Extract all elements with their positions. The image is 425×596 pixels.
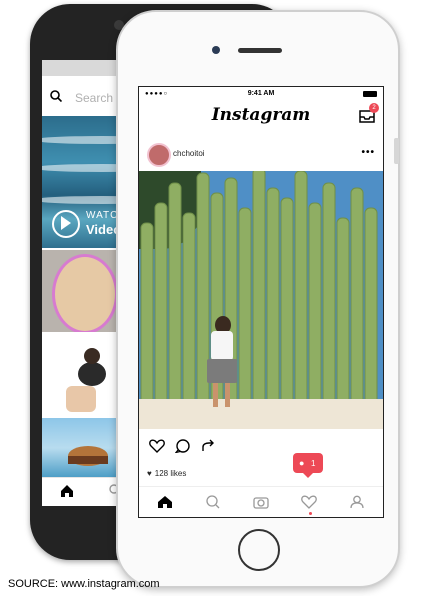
app-logo: Instagram: [211, 105, 311, 125]
front-phone: ●●●●○ 9:41 AM Instagram 2 chchoitoi •••: [116, 10, 400, 588]
inbox-badge: 2: [369, 103, 379, 113]
front-phone-screen: ●●●●○ 9:41 AM Instagram 2 chchoitoi •••: [138, 86, 384, 518]
search-input[interactable]: Search: [75, 91, 113, 105]
post-username[interactable]: chchoitoi: [173, 149, 205, 158]
side-button: [394, 138, 399, 164]
person-leg: [213, 383, 218, 407]
search-icon[interactable]: [205, 495, 221, 509]
cat-photo: [52, 254, 118, 332]
camera-icon[interactable]: [253, 495, 269, 509]
bottom-nav: [139, 486, 383, 517]
more-options-icon[interactable]: •••: [361, 147, 375, 158]
post-actions: [139, 433, 383, 461]
search-icon: [50, 90, 62, 102]
share-icon[interactable]: [201, 439, 217, 453]
post-image[interactable]: [139, 171, 383, 429]
home-icon[interactable]: [157, 495, 173, 509]
home-button[interactable]: [238, 529, 280, 571]
front-camera: [212, 46, 220, 54]
avatar[interactable]: [147, 143, 171, 167]
likes-count[interactable]: ♥ 128 likes: [147, 469, 186, 478]
home-icon[interactable]: [60, 484, 74, 498]
likes-label: 128 likes: [154, 469, 187, 478]
heart-icon[interactable]: [149, 439, 165, 453]
activity-notification[interactable]: ● 1: [293, 453, 323, 473]
person-top: [211, 331, 233, 361]
person-skirt: [207, 359, 237, 383]
heart-icon: ♥: [147, 469, 152, 478]
person-icon: ●: [299, 458, 305, 468]
heart-icon[interactable]: [301, 495, 317, 509]
source-caption: SOURCE: www.instagram.com: [8, 578, 160, 590]
comment-icon[interactable]: [175, 439, 191, 453]
notification-pointer: [303, 473, 313, 478]
cactus-wall: [140, 171, 378, 405]
speaker: [238, 48, 282, 53]
play-triangle-icon: [61, 216, 71, 230]
person-leg: [225, 383, 230, 407]
status-bar: ●●●●○ 9:41 AM: [139, 87, 383, 101]
ground: [139, 399, 383, 429]
app-header: Instagram 2: [139, 101, 383, 135]
battery-icon: [363, 91, 377, 97]
notification-count: 1: [311, 459, 316, 468]
status-time: 9:41 AM: [247, 90, 275, 97]
post-header: chchoitoi •••: [139, 137, 383, 171]
activity-dot: [309, 512, 312, 515]
profile-icon[interactable]: [349, 495, 365, 509]
